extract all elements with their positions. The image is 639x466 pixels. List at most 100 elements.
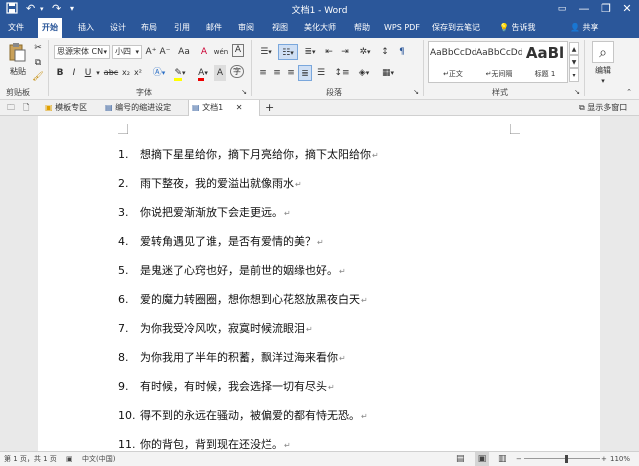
show-multi-window-button[interactable]: ⧉ 显示多窗口 bbox=[576, 100, 638, 116]
style-no-spacing[interactable]: AaBbCcDd ↵无间隔 bbox=[476, 42, 522, 82]
document-tabs-bar: 🗀 🗋 ▣ 模板专区 ▤ 编号的缩进设定 ▤ 文档1 ✕ + ⧉ 显示多窗口 bbox=[0, 100, 639, 116]
styles-more-icon[interactable]: ▾ bbox=[569, 68, 579, 82]
sort-icon: ↕ bbox=[381, 47, 389, 57]
align-left-icon[interactable]: ≡ bbox=[256, 65, 270, 81]
print-layout-icon[interactable]: ▣ bbox=[475, 452, 489, 466]
char-shading-button[interactable]: A bbox=[214, 65, 226, 81]
numbering-button[interactable]: ☷▾ bbox=[278, 44, 298, 60]
justify-icon[interactable]: ≣ bbox=[298, 65, 312, 81]
tab-help[interactable]: 帮助 bbox=[350, 18, 374, 38]
tab-design[interactable]: 设计 bbox=[106, 18, 130, 38]
title-bar: ↶ ▾ ↷ ▾ 文档1 - Word ▭ — ❐ ✕ bbox=[0, 0, 639, 18]
language-indicator[interactable]: 中文(中国) bbox=[82, 452, 115, 466]
enclose-characters-button[interactable]: 字 bbox=[230, 65, 244, 78]
document-page[interactable]: 1. 想摘下星星给你，摘下月亮给你，摘下太阳给你↵ 2. 雨下整夜，我的爱溢出就像雨… bbox=[38, 116, 600, 451]
style-heading-1[interactable]: AaBl 标题 1 bbox=[522, 42, 568, 82]
font-group-label: 字体 bbox=[136, 88, 152, 97]
close-tab-icon[interactable]: ✕ bbox=[236, 103, 243, 112]
styles-scroll-up-icon[interactable]: ▲ bbox=[569, 42, 579, 55]
tab-mailings[interactable]: 邮件 bbox=[202, 18, 226, 38]
chinese-layout-button[interactable]: ✲▾ bbox=[356, 44, 374, 60]
style-normal[interactable]: AaBbCcDd ↵正文 bbox=[430, 42, 476, 82]
show-marks-button[interactable]: ¶ bbox=[396, 44, 408, 60]
doc-tab-document1[interactable]: ▤ 文档1 ✕ bbox=[188, 100, 260, 116]
styles-dialog-launcher-icon[interactable]: ↘ bbox=[573, 84, 581, 100]
list-item: 1. 想摘下星星给你，摘下月亮给你，摘下太阳给你↵ bbox=[118, 148, 379, 161]
chevron-down-icon: ▾ bbox=[601, 77, 605, 85]
styles-scroll-down-icon[interactable]: ▼ bbox=[569, 55, 579, 68]
chevron-down-icon[interactable]: ▾ bbox=[94, 65, 102, 81]
phonetic-guide-button[interactable]: wén bbox=[212, 44, 230, 60]
shrink-font-button[interactable]: A⁻ bbox=[158, 44, 172, 60]
highlight-button[interactable]: ✎▾ bbox=[170, 65, 190, 81]
proofing-icon[interactable]: ▣ bbox=[66, 452, 73, 466]
shading-button[interactable]: ◈▾ bbox=[354, 65, 374, 81]
sort-button[interactable]: ↕ bbox=[376, 44, 394, 60]
distributed-icon[interactable]: ☰ bbox=[314, 65, 328, 81]
read-mode-icon[interactable]: ▤ bbox=[456, 452, 465, 466]
clear-format-button[interactable]: A bbox=[198, 44, 210, 60]
zoom-percentage[interactable]: 110% bbox=[610, 452, 630, 466]
underline-button[interactable]: U bbox=[82, 65, 94, 81]
tab-references[interactable]: 引用 bbox=[170, 18, 194, 38]
increase-indent-icon[interactable]: ⇥ bbox=[338, 44, 352, 60]
bullets-button[interactable]: ☰▾ bbox=[256, 44, 276, 60]
zoom-slider-thumb[interactable] bbox=[564, 455, 568, 463]
font-dialog-launcher-icon[interactable]: ↘ bbox=[240, 84, 248, 100]
tab-layout[interactable]: 布局 bbox=[137, 18, 161, 38]
tab-file[interactable]: 文件 bbox=[4, 18, 28, 38]
font-color-button[interactable]: A▾ bbox=[194, 65, 212, 81]
page-count[interactable]: 第 1 页，共 1 页 bbox=[4, 452, 57, 466]
windows-icon: ⧉ bbox=[579, 103, 585, 112]
strikethrough-button[interactable]: abc bbox=[102, 65, 120, 81]
tab-view[interactable]: 视图 bbox=[268, 18, 292, 38]
tab-meihua[interactable]: 美化大师 bbox=[300, 18, 340, 38]
word-doc-icon: ▤ bbox=[105, 103, 113, 112]
font-name-combo[interactable]: 思源宋体 CN ▾ bbox=[54, 45, 110, 59]
folder-icon[interactable]: 🗀 bbox=[4, 100, 18, 116]
tell-me-search[interactable]: 💡 告诉我 bbox=[495, 18, 540, 38]
status-bar: 第 1 页，共 1 页 ▣ 中文(中国) ▤ ▣ ▥ − + 110% bbox=[0, 451, 639, 466]
add-tab-button[interactable]: + bbox=[262, 100, 274, 116]
tab-review[interactable]: 审阅 bbox=[234, 18, 258, 38]
font-size-combo[interactable]: 小四 ▾ bbox=[112, 45, 142, 59]
align-right-icon[interactable]: ≡ bbox=[284, 65, 298, 81]
char-border-button[interactable]: A bbox=[232, 44, 244, 57]
subscript-button[interactable]: x₂ bbox=[120, 65, 132, 81]
text-effects-button[interactable]: Ⓐ▾ bbox=[150, 65, 168, 81]
italic-button[interactable]: I bbox=[68, 65, 80, 81]
share-button[interactable]: 👤 共享 bbox=[566, 18, 603, 38]
zoom-in-button[interactable]: + bbox=[601, 452, 607, 466]
list-item: 9. 有时候，有时候，我会选择一切有尽头↵ bbox=[118, 380, 335, 393]
search-icon[interactable]: ⌕ bbox=[592, 41, 614, 63]
align-center-icon[interactable]: ≡ bbox=[270, 65, 284, 81]
tab-save-to-cloud-notes[interactable]: 保存到云笔记 bbox=[428, 18, 484, 38]
change-case-button[interactable]: Aa bbox=[176, 44, 192, 60]
paragraph-dialog-launcher-icon[interactable]: ↘ bbox=[412, 84, 420, 100]
tab-wps-pdf[interactable]: WPS PDF bbox=[380, 18, 424, 38]
zoom-out-button[interactable]: − bbox=[516, 452, 522, 466]
grow-font-button[interactable]: A⁺ bbox=[144, 44, 158, 60]
line-spacing-button[interactable]: ↕≡ bbox=[332, 65, 352, 81]
new-file-icon[interactable]: 🗋 bbox=[20, 100, 34, 116]
multilevel-list-button[interactable]: ≣▾ bbox=[300, 44, 320, 60]
document-area[interactable]: 1. 想摘下星星给你，摘下月亮给你，摘下太阳给你↵ 2. 雨下整夜，我的爱溢出就像雨… bbox=[0, 116, 639, 451]
format-painter-icon[interactable]: 🖌 bbox=[32, 69, 44, 85]
cut-icon[interactable]: ✂ bbox=[32, 40, 44, 56]
tab-home[interactable]: 开始 bbox=[38, 18, 62, 38]
doc-tab-templates[interactable]: ▣ 模板专区 bbox=[42, 100, 108, 116]
web-layout-icon[interactable]: ▥ bbox=[498, 452, 507, 466]
chinese-layout-icon: ✲ bbox=[359, 47, 368, 57]
paste-label: 粘贴 bbox=[10, 67, 26, 76]
superscript-button[interactable]: x² bbox=[132, 65, 144, 81]
bold-button[interactable]: B bbox=[54, 65, 66, 81]
decrease-indent-icon[interactable]: ⇤ bbox=[322, 44, 336, 60]
paint-bucket-icon: ◈ bbox=[358, 68, 366, 78]
doc-tab-numbering-indent[interactable]: ▤ 编号的缩进设定 bbox=[102, 100, 188, 116]
zoom-slider-track[interactable] bbox=[524, 458, 600, 459]
styles-gallery: AaBbCcDd ↵正文 AaBbCcDd ↵无间隔 AaBl 标题 1 bbox=[428, 41, 568, 83]
collapse-ribbon-icon[interactable]: ⌃ bbox=[624, 84, 634, 100]
tab-insert[interactable]: 插入 bbox=[74, 18, 98, 38]
borders-button[interactable]: ▦▾ bbox=[378, 65, 398, 81]
close-button[interactable]: ✕ bbox=[613, 0, 639, 18]
